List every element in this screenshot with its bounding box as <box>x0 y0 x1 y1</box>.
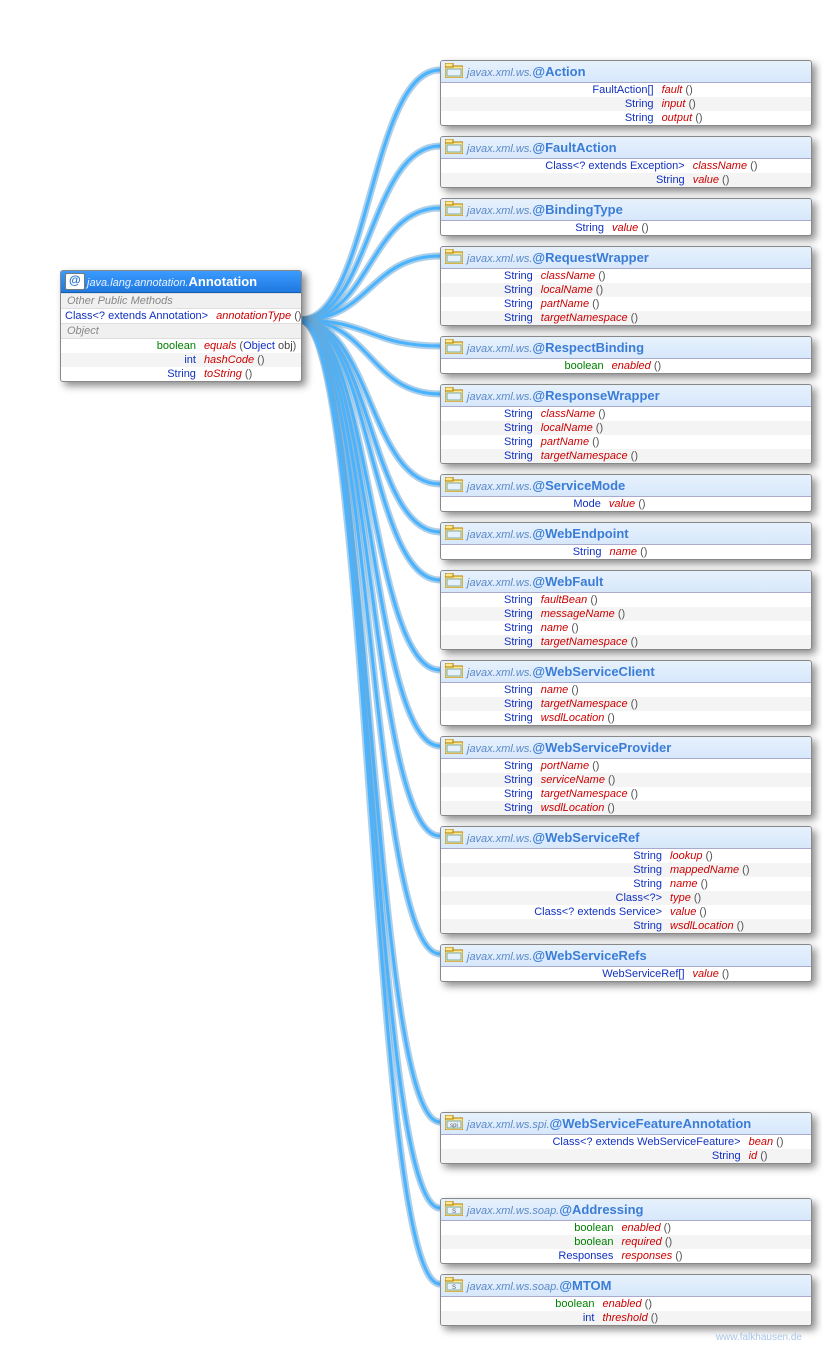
annotation-node[interactable]: javax.xml.ws.@FaultActionClass<? extends… <box>440 136 812 188</box>
annotation-node[interactable]: javax.xml.ws.@BindingTypeStringvalue () <box>440 198 812 236</box>
class-name: @BindingType <box>532 202 622 217</box>
annotation-icon <box>65 273 83 288</box>
class-name: @MTOM <box>559 1278 611 1293</box>
annotation-node[interactable]: javax.xml.ws.@RequestWrapperStringclassN… <box>440 246 812 326</box>
class-name: @ServiceMode <box>532 478 625 493</box>
class-name: @Addressing <box>559 1202 643 1217</box>
class-name: @WebServiceRefs <box>532 948 646 963</box>
package-icon: spi <box>445 1115 463 1130</box>
package-icon <box>445 387 463 402</box>
package-icon <box>445 525 463 540</box>
package-label: javax.xml.ws. <box>467 343 532 355</box>
package-label: javax.xml.ws. <box>467 143 532 155</box>
package-icon <box>445 63 463 78</box>
package-label: javax.xml.ws. <box>467 391 532 403</box>
package-icon <box>445 249 463 264</box>
class-name: @WebServiceClient <box>532 664 654 679</box>
annotation-node[interactable]: javax.xml.ws.@WebServiceProviderStringpo… <box>440 736 812 816</box>
package-icon <box>445 201 463 216</box>
class-name: @WebServiceProvider <box>532 740 671 755</box>
package-label: javax.xml.ws. <box>467 667 532 679</box>
package-icon <box>445 139 463 154</box>
annotation-node[interactable]: javax.xml.ws.@WebEndpointStringname () <box>440 522 812 560</box>
annotation-node[interactable]: Sjavax.xml.ws.soap.@Addressingbooleanena… <box>440 1198 812 1264</box>
package-label: javax.xml.ws. <box>467 253 532 265</box>
attribution-link[interactable]: www.falkhausen.de <box>716 1332 802 1343</box>
package-icon: S <box>445 1277 463 1292</box>
section-object: Object <box>61 323 301 339</box>
annotation-node[interactable]: javax.xml.ws.@WebServiceClientStringname… <box>440 660 812 726</box>
package-icon <box>445 339 463 354</box>
svg-text:S: S <box>452 1285 456 1291</box>
package-icon: S <box>445 1201 463 1216</box>
class-name: @ResponseWrapper <box>532 388 659 403</box>
annotation-node[interactable]: Sjavax.xml.ws.soap.@MTOMbooleanenabled (… <box>440 1274 812 1326</box>
class-name: @WebServiceRef <box>532 830 639 845</box>
class-name: Annotation <box>189 274 258 289</box>
package-label: javax.xml.ws. <box>467 951 532 963</box>
class-name: @Action <box>532 64 585 79</box>
diagram-canvas: { "footer": "www.falkhausen.de", "root":… <box>0 0 822 1351</box>
package-icon <box>445 739 463 754</box>
annotation-node[interactable]: javax.xml.ws.@WebServiceRefsWebServiceRe… <box>440 944 812 982</box>
annotation-node[interactable]: javax.xml.ws.@ActionFaultAction[]fault (… <box>440 60 812 126</box>
annotation-node[interactable]: spi javax.xml.ws.spi.@WebServiceFeatureAn… <box>440 1112 812 1164</box>
package-label: javax.xml.ws. <box>467 481 532 493</box>
annotation-node[interactable]: javax.xml.ws.@ServiceModeModevalue () <box>440 474 812 512</box>
class-name: @WebFault <box>532 574 603 589</box>
class-name: @RespectBinding <box>532 340 644 355</box>
package-icon <box>445 477 463 492</box>
package-label: javax.xml.ws.spi. <box>467 1119 550 1131</box>
package-label: javax.xml.ws. <box>467 529 532 541</box>
class-name: @WebServiceFeatureAnnotation <box>550 1116 752 1131</box>
package-label: javax.xml.ws.soap. <box>467 1281 559 1293</box>
package-icon <box>445 573 463 588</box>
section-other: Other Public Methods <box>61 293 301 309</box>
svg-text:spi: spi <box>450 1123 458 1129</box>
package-label: javax.xml.ws. <box>467 577 532 589</box>
class-name: @RequestWrapper <box>532 250 648 265</box>
package-label: javax.xml.ws.soap. <box>467 1205 559 1217</box>
class-name: @FaultAction <box>532 140 616 155</box>
annotation-node[interactable]: javax.xml.ws.@ResponseWrapperStringclass… <box>440 384 812 464</box>
package-label: javax.xml.ws. <box>467 833 532 845</box>
package-label: javax.xml.ws. <box>467 205 532 217</box>
package-label: javax.xml.ws. <box>467 67 532 79</box>
package-icon <box>445 829 463 844</box>
annotation-node[interactable]: javax.xml.ws.@WebFaultStringfaultBean ()… <box>440 570 812 650</box>
class-name: @WebEndpoint <box>532 526 628 541</box>
package-icon <box>445 663 463 678</box>
annotation-root-node[interactable]: java.lang.annotation.Annotation Other Pub… <box>60 270 302 382</box>
annotation-node[interactable]: javax.xml.ws.@WebServiceRefStringlookup … <box>440 826 812 934</box>
package-label: javax.xml.ws. <box>467 743 532 755</box>
svg-text:S: S <box>452 1209 456 1215</box>
annotation-node[interactable]: javax.xml.ws.@RespectBindingbooleanenabl… <box>440 336 812 374</box>
package-icon <box>445 947 463 962</box>
package-label: java.lang.annotation. <box>87 277 189 289</box>
